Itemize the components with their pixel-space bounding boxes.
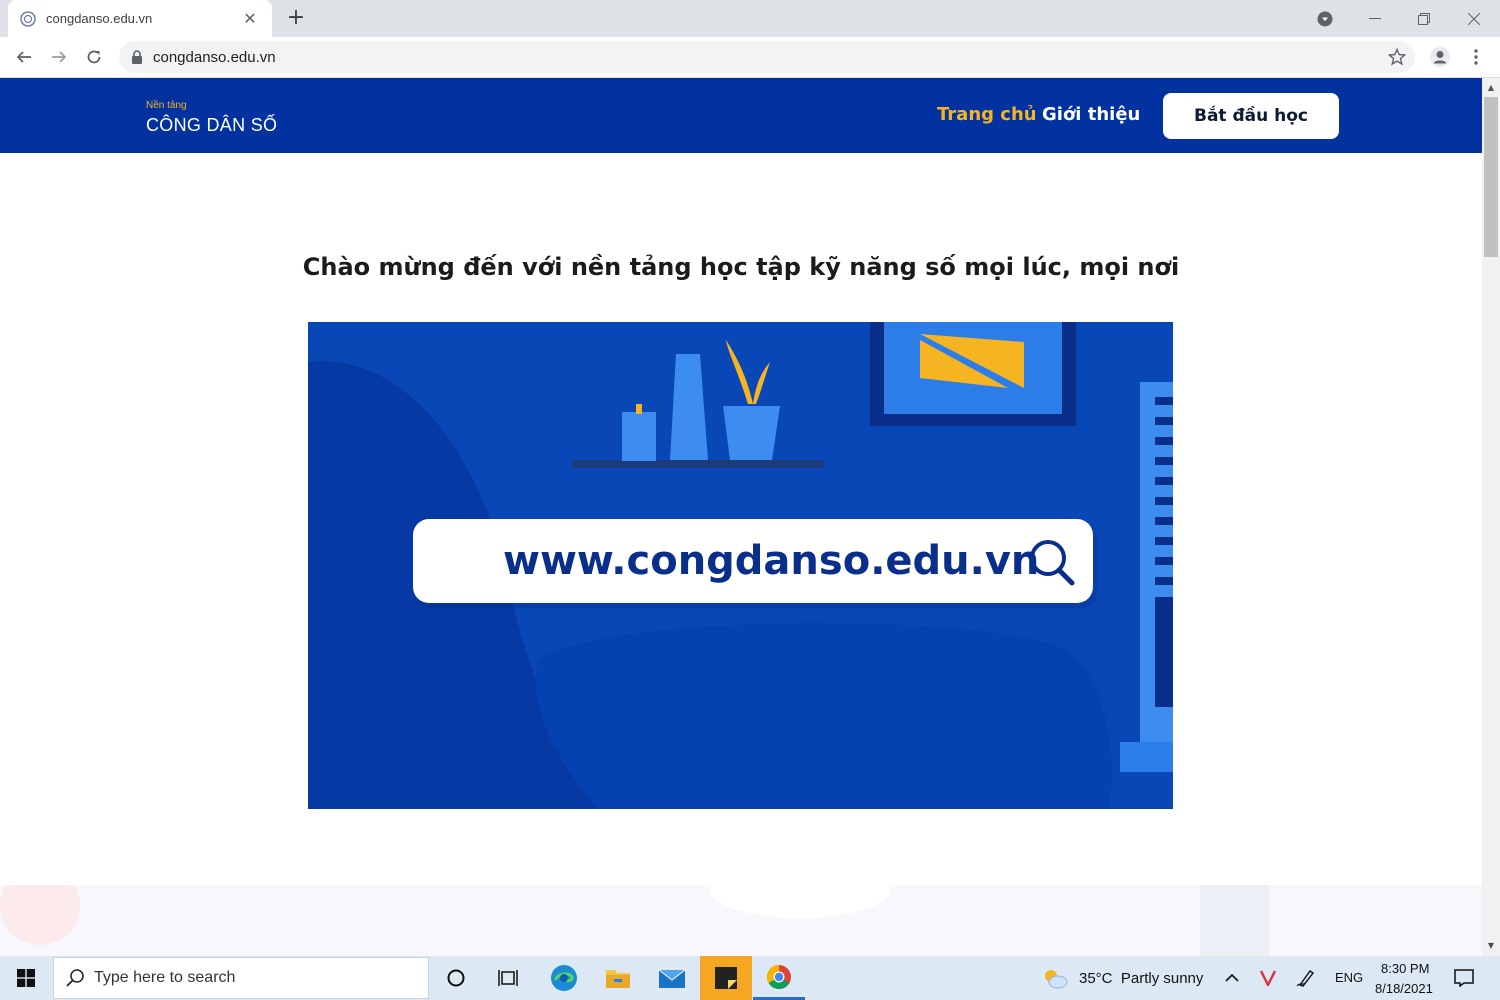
- next-section: [0, 862, 1482, 956]
- logo-tagline: Nền tảng: [146, 100, 187, 111]
- notification-icon: [1454, 969, 1474, 987]
- mail-icon: [658, 969, 686, 988]
- lock-icon: [132, 50, 142, 64]
- weather-button[interactable]: [1030, 956, 1080, 1000]
- scroll-thumb[interactable]: [1484, 97, 1498, 257]
- site-header: Nền tảng CÔNG DÂN SỐ Trang chủ Giới thiệ…: [0, 78, 1482, 153]
- clock-time[interactable]: 8:30 PM: [1381, 961, 1429, 976]
- restore-button[interactable]: [1401, 0, 1447, 37]
- chrome-icon: [766, 964, 791, 989]
- nav-link-home[interactable]: Trang chủ: [937, 104, 1037, 125]
- scroll-down-arrow-icon[interactable]: ▼: [1482, 938, 1500, 954]
- tab-search-button[interactable]: [1302, 0, 1348, 37]
- vivaldi-icon: [1259, 970, 1277, 987]
- candle: [622, 412, 656, 461]
- browser-toolbar: congdanso.edu.vn: [0, 37, 1500, 78]
- start-button[interactable]: [0, 956, 52, 1000]
- site-favicon-icon: [20, 10, 36, 27]
- taskbar-search-placeholder: Type here to search: [94, 969, 236, 986]
- pen-tray-button[interactable]: [1292, 956, 1320, 1000]
- browser-tab-active[interactable]: congdanso.edu.vn ✕: [8, 0, 272, 37]
- sticky-notes-icon: [715, 967, 737, 989]
- chrome-app-button[interactable]: [753, 956, 805, 1000]
- plant-pot: [723, 406, 780, 460]
- windows-taskbar: Type here to search 35°C Partly sunny EN…: [0, 956, 1500, 1000]
- clock-date[interactable]: 8/18/2021: [1375, 981, 1433, 996]
- minimize-icon: [1369, 17, 1381, 19]
- reload-icon: [87, 50, 101, 64]
- tab-close-icon[interactable]: ✕: [240, 9, 260, 28]
- hero-search-text: www.congdanso.edu.vn: [503, 538, 1039, 584]
- scroll-up-arrow-icon[interactable]: ▲: [1482, 80, 1500, 96]
- avatar-icon: [1430, 47, 1450, 67]
- tab-search-icon: [1317, 11, 1333, 26]
- sticky-notes-button[interactable]: [700, 956, 752, 1000]
- search-icon: [66, 969, 84, 987]
- chevron-up-icon: [1225, 973, 1239, 982]
- page-viewport: Nền tảng CÔNG DÂN SỐ Trang chủ Giới thiệ…: [0, 78, 1482, 956]
- menu-button[interactable]: [1462, 43, 1490, 71]
- partly-sunny-icon: [1045, 970, 1068, 989]
- forward-button[interactable]: [45, 43, 73, 71]
- weather-text[interactable]: 35°C Partly sunny: [1079, 970, 1203, 987]
- task-view-icon: [498, 970, 518, 986]
- welcome-heading: Chào mừng đến với nền tảng học tập kỹ nă…: [302, 253, 1180, 281]
- restore-icon: [1418, 12, 1430, 25]
- edge-app-button[interactable]: [538, 956, 590, 1000]
- window-close-icon: [1468, 12, 1480, 25]
- file-explorer-button[interactable]: [592, 956, 644, 1000]
- start-learning-button[interactable]: Bắt đầu học: [1163, 93, 1339, 139]
- input-language-indicator[interactable]: ENG: [1335, 970, 1363, 985]
- minimize-button[interactable]: [1352, 0, 1398, 37]
- mail-app-button[interactable]: [646, 956, 698, 1000]
- arrow-left-icon: [16, 51, 31, 63]
- pen-icon: [1296, 970, 1315, 987]
- hero-blob-center: [536, 623, 1112, 809]
- candle-flame: [636, 404, 642, 414]
- reload-button[interactable]: [80, 43, 108, 71]
- window-close-button[interactable]: [1451, 0, 1497, 37]
- edge-browser-icon: [551, 965, 577, 991]
- vivaldi-tray-button[interactable]: [1254, 956, 1282, 1000]
- browser-tab-strip: congdanso.edu.vn ✕ +: [0, 0, 1500, 37]
- windows-logo-icon: [17, 969, 35, 987]
- kebab-menu-icon: [1474, 49, 1478, 65]
- back-button[interactable]: [10, 43, 38, 71]
- profile-button[interactable]: [1426, 43, 1454, 71]
- bookmark-button[interactable]: [1383, 43, 1411, 71]
- nav-link-about[interactable]: Giới thiệu: [1042, 104, 1140, 125]
- address-bar[interactable]: congdanso.edu.vn: [119, 41, 1415, 73]
- cortana-button[interactable]: [430, 956, 482, 1000]
- task-view-button[interactable]: [482, 956, 534, 1000]
- hero-illustration: www.congdanso.edu.vn: [308, 322, 1173, 809]
- address-url: congdanso.edu.vn: [153, 48, 276, 66]
- action-center-button[interactable]: [1444, 956, 1484, 1000]
- star-icon: [1388, 48, 1406, 66]
- shelf: [572, 460, 824, 468]
- folder-icon: [606, 970, 630, 988]
- taskbar-search-input[interactable]: Type here to search: [53, 957, 429, 999]
- logo-title[interactable]: CÔNG DÂN SỐ: [146, 115, 277, 136]
- cortana-circle-icon: [447, 969, 465, 987]
- arrow-right-icon: [52, 51, 67, 63]
- new-tab-button[interactable]: +: [284, 6, 308, 30]
- show-hidden-icons-button[interactable]: [1218, 956, 1246, 1000]
- tab-title: congdanso.edu.vn: [46, 11, 153, 26]
